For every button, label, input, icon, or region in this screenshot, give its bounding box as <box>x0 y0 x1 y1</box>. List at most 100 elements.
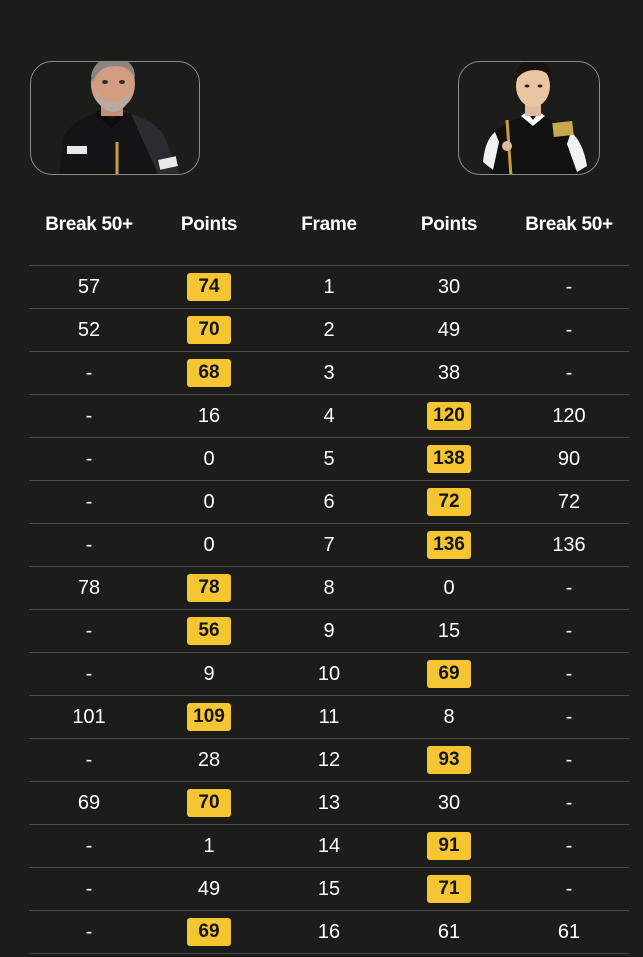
table-row: - 28 12 93 - <box>29 738 629 781</box>
cell-value: 120 <box>552 404 586 427</box>
table-row: 69 70 13 30 - <box>29 781 629 824</box>
cell-value: - <box>565 662 573 685</box>
cell-value: 16 <box>197 404 221 427</box>
winner-points-badge: 69 <box>187 918 231 946</box>
table-row: - 9 10 69 - <box>29 652 629 695</box>
cell-value: - <box>565 877 573 900</box>
cell-value: 0 <box>443 576 455 599</box>
table-header: Break 50+ Points Frame Points Break 50+ <box>29 206 629 244</box>
cell-value: 9 <box>323 619 335 642</box>
right-break-cell: - <box>509 653 629 695</box>
left-points-cell: 28 <box>149 739 269 781</box>
cell-value: 2 <box>323 318 335 341</box>
frame-number-cell: 4 <box>269 395 389 437</box>
cell-value: - <box>85 619 93 642</box>
table-row: - 1 14 91 - <box>29 824 629 867</box>
right-break-cell: - <box>509 610 629 652</box>
cell-value: 0 <box>203 447 215 470</box>
left-points-cell: 74 <box>149 266 269 308</box>
frame-number-cell: 5 <box>269 438 389 480</box>
cell-value: 5 <box>323 447 335 470</box>
table-row: - 0 6 72 72 <box>29 480 629 523</box>
cell-value: 90 <box>557 447 581 470</box>
cell-value: 72 <box>557 490 581 513</box>
right-points-cell: 72 <box>389 481 509 523</box>
cell-value: 11 <box>318 705 340 728</box>
cell-value: - <box>565 834 573 857</box>
cell-value: 9 <box>203 662 215 685</box>
cell-value: 30 <box>437 791 461 814</box>
left-points-cell: 109 <box>149 696 269 738</box>
left-break-cell: - <box>29 352 149 394</box>
cell-value: 3 <box>323 361 335 384</box>
cell-value: - <box>565 275 573 298</box>
left-break-cell: - <box>29 825 149 867</box>
header-frame[interactable]: Frame <box>269 206 389 244</box>
cell-value: - <box>85 447 93 470</box>
right-points-cell: 138 <box>389 438 509 480</box>
cell-value: 0 <box>203 533 215 556</box>
header-right-points[interactable]: Points <box>389 206 509 244</box>
cell-value: - <box>85 920 93 943</box>
cell-value: - <box>565 361 573 384</box>
cell-value: 12 <box>317 748 341 771</box>
left-break-cell: - <box>29 739 149 781</box>
right-points-cell: 71 <box>389 868 509 910</box>
cell-value: 0 <box>203 490 215 513</box>
frame-number-cell: 15 <box>269 868 389 910</box>
frame-number-cell: 13 <box>269 782 389 824</box>
cell-value: 38 <box>437 361 461 384</box>
winner-points-badge: 69 <box>427 660 471 688</box>
frame-number-cell: 16 <box>269 911 389 953</box>
winner-points-badge: 78 <box>187 574 231 602</box>
table-row: 52 70 2 49 - <box>29 308 629 351</box>
left-break-cell: - <box>29 610 149 652</box>
cell-value: 8 <box>323 576 335 599</box>
winner-points-badge: 91 <box>427 832 471 860</box>
right-break-cell: - <box>509 309 629 351</box>
table-row: - 69 16 61 61 <box>29 910 629 954</box>
header-left-points[interactable]: Points <box>149 206 269 244</box>
cell-value: 57 <box>77 275 101 298</box>
cell-value: - <box>85 490 93 513</box>
right-break-cell: - <box>509 782 629 824</box>
left-break-cell: - <box>29 395 149 437</box>
header-left-break[interactable]: Break 50+ <box>29 206 149 244</box>
right-break-cell: 120 <box>509 395 629 437</box>
left-break-cell: 52 <box>29 309 149 351</box>
right-points-cell: 8 <box>389 696 509 738</box>
right-points-cell: 15 <box>389 610 509 652</box>
table-row: - 16 4 120 120 <box>29 394 629 437</box>
winner-points-badge: 120 <box>427 402 471 430</box>
cell-value: 7 <box>323 533 335 556</box>
player-card-right[interactable] <box>458 61 600 175</box>
header-right-break[interactable]: Break 50+ <box>509 206 629 244</box>
cell-value: 6 <box>323 490 335 513</box>
frame-number-cell: 11 <box>269 696 389 738</box>
right-points-cell: 49 <box>389 309 509 351</box>
cell-value: 136 <box>552 533 586 556</box>
table-row: - 68 3 38 - <box>29 351 629 394</box>
cell-value: 10 <box>317 662 341 685</box>
left-break-cell: - <box>29 868 149 910</box>
left-points-cell: 70 <box>149 309 269 351</box>
left-points-cell: 0 <box>149 524 269 566</box>
left-break-cell: - <box>29 438 149 480</box>
cell-value: 30 <box>437 275 461 298</box>
right-break-cell: 72 <box>509 481 629 523</box>
winner-points-badge: 71 <box>427 875 471 903</box>
winner-points-badge: 72 <box>427 488 471 516</box>
left-points-cell: 49 <box>149 868 269 910</box>
cell-value: - <box>85 404 93 427</box>
cell-value: - <box>85 533 93 556</box>
left-points-cell: 0 <box>149 481 269 523</box>
winner-points-badge: 109 <box>187 703 231 731</box>
cell-value: 49 <box>437 318 461 341</box>
frame-number-cell: 8 <box>269 567 389 609</box>
right-break-cell: - <box>509 696 629 738</box>
right-break-cell: - <box>509 352 629 394</box>
player-card-left[interactable] <box>30 61 200 175</box>
right-points-cell: 0 <box>389 567 509 609</box>
left-points-cell: 9 <box>149 653 269 695</box>
cell-value: - <box>85 662 93 685</box>
